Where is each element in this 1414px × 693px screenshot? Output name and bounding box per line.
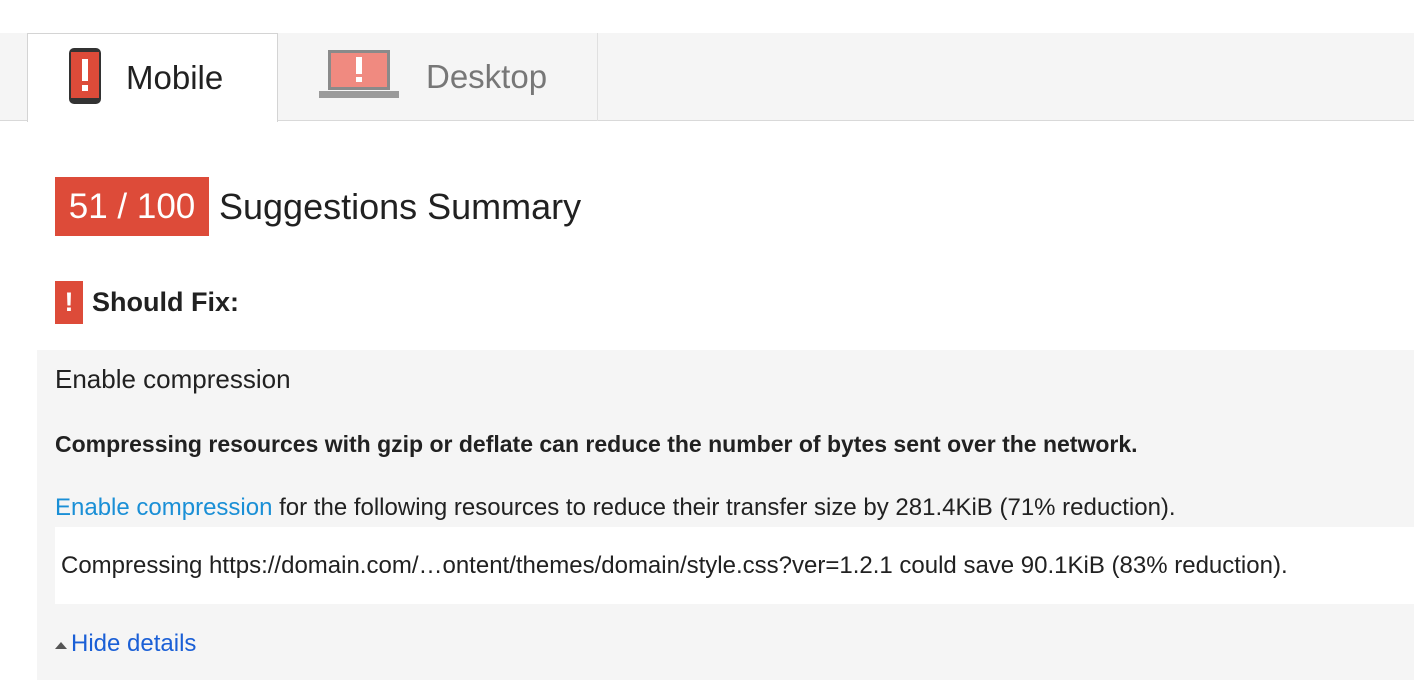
enable-compression-link[interactable]: Enable compression bbox=[55, 494, 272, 521]
tab-mobile-label: Mobile bbox=[126, 59, 224, 96]
should-fix-heading: ! Should Fix: bbox=[55, 281, 239, 324]
device-tab-bar: Mobile Desktop bbox=[0, 33, 1414, 122]
mobile-phone-warning-icon bbox=[68, 47, 102, 110]
score-header: 51 / 100 Suggestions Summary bbox=[55, 177, 581, 236]
exclamation-icon: ! bbox=[55, 281, 83, 324]
hide-details-button[interactable]: Hide details bbox=[55, 630, 196, 658]
caret-up-icon bbox=[55, 641, 67, 649]
rule-description: Enable compression for the following res… bbox=[55, 494, 1176, 522]
rule-enable-compression: Enable compression Compressing resources… bbox=[37, 350, 1414, 680]
page-title: Suggestions Summary bbox=[219, 185, 582, 227]
tab-desktop-label: Desktop bbox=[426, 58, 548, 95]
rule-description-text: for the following resources to reduce th… bbox=[272, 494, 1176, 521]
score-badge: 51 / 100 bbox=[55, 177, 209, 236]
laptop-warning-icon bbox=[318, 49, 400, 106]
resource-item: Compressing https://domain.com/…ontent/t… bbox=[61, 552, 1288, 579]
should-fix-label: Should Fix: bbox=[92, 287, 239, 317]
tab-mobile[interactable]: Mobile bbox=[27, 33, 278, 122]
top-spacer bbox=[0, 0, 1414, 33]
rule-title: Enable compression bbox=[55, 364, 291, 394]
tab-desktop[interactable]: Desktop bbox=[278, 33, 598, 121]
rule-summary: Compressing resources with gzip or defla… bbox=[55, 431, 1138, 457]
hide-details-label: Hide details bbox=[71, 630, 197, 657]
resource-list: Compressing https://domain.com/…ontent/t… bbox=[55, 527, 1414, 604]
